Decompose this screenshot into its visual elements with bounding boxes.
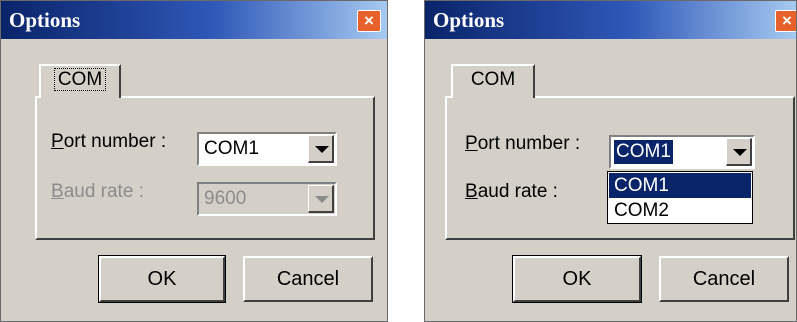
- baud-dropdown-button[interactable]: [308, 185, 334, 213]
- cancel-button[interactable]: Cancel: [659, 256, 789, 302]
- baud-rate-label: Baud rate :: [51, 181, 144, 202]
- dropdown-option-com1[interactable]: COM1: [609, 173, 751, 198]
- chevron-down-icon: [315, 196, 329, 203]
- port-number-label: Port number :: [51, 131, 167, 152]
- tab-com-label: COM: [53, 68, 107, 91]
- port-number-select[interactable]: COM1: [609, 135, 755, 169]
- close-icon[interactable]: ×: [357, 10, 381, 32]
- ok-button[interactable]: OK: [512, 255, 642, 303]
- close-icon[interactable]: ×: [775, 10, 796, 32]
- port-number-select[interactable]: COM1: [197, 132, 337, 166]
- baud-rate-label: Baud rate :: [465, 181, 558, 202]
- baud-rate-value: 9600: [204, 188, 247, 209]
- port-dropdown-button[interactable]: [308, 135, 334, 163]
- port-number-dropdown-list: COM1 COM2: [607, 171, 753, 224]
- tab-com[interactable]: COM: [451, 64, 535, 98]
- chevron-down-icon: [733, 149, 747, 156]
- window-title: Options: [433, 8, 505, 32]
- tab-com-label: COM: [470, 69, 516, 90]
- dropdown-option-com2[interactable]: COM2: [609, 198, 751, 223]
- chevron-down-icon: [315, 146, 329, 153]
- title-bar[interactable]: Options ×: [1, 1, 387, 39]
- baud-rate-select[interactable]: 9600: [197, 182, 337, 216]
- port-number-label: Port number :: [465, 133, 581, 154]
- window-title: Options: [9, 8, 81, 32]
- tab-com[interactable]: COM: [39, 64, 121, 98]
- port-dropdown-button[interactable]: [726, 138, 752, 166]
- ok-button[interactable]: OK: [98, 255, 226, 303]
- cancel-button[interactable]: Cancel: [243, 256, 373, 302]
- options-dialog-left: Options × COM Port number : COM1 Baud ra…: [0, 0, 388, 322]
- port-number-value: COM1: [614, 140, 673, 164]
- port-number-value: COM1: [204, 138, 259, 159]
- options-dialog-right: Options × COM Port number : COM1 Baud ra…: [424, 0, 797, 322]
- title-bar[interactable]: Options ×: [425, 1, 796, 39]
- com-tab-panel: [35, 96, 375, 240]
